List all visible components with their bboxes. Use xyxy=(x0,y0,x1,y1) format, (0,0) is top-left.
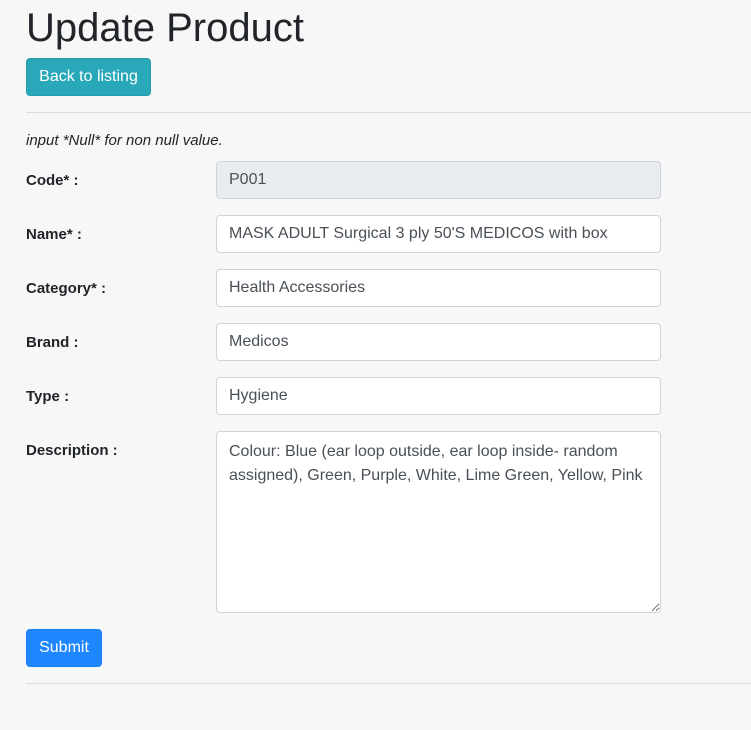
code-field[interactable] xyxy=(216,161,661,199)
brand-field[interactable] xyxy=(216,323,661,361)
top-divider xyxy=(26,112,751,113)
back-to-listing-button[interactable]: Back to listing xyxy=(26,58,151,96)
category-field[interactable] xyxy=(216,269,661,307)
category-label: Category* : xyxy=(26,280,107,297)
name-field[interactable] xyxy=(216,215,661,253)
bottom-divider xyxy=(26,683,751,684)
type-label: Type : xyxy=(26,388,70,405)
description-label: Description : xyxy=(26,442,118,459)
null-value-note: input *Null* for non null value. xyxy=(26,132,223,149)
type-field[interactable] xyxy=(216,377,661,415)
name-label: Name* : xyxy=(26,226,82,243)
brand-label: Brand : xyxy=(26,334,79,351)
page-title: Update Product xyxy=(26,6,304,50)
update-product-page: Update Product Back to listing input *Nu… xyxy=(0,0,751,730)
code-label: Code* : xyxy=(26,172,79,189)
submit-button[interactable]: Submit xyxy=(26,629,102,667)
description-textarea[interactable]: Colour: Blue (ear loop outside, ear loop… xyxy=(216,431,661,613)
